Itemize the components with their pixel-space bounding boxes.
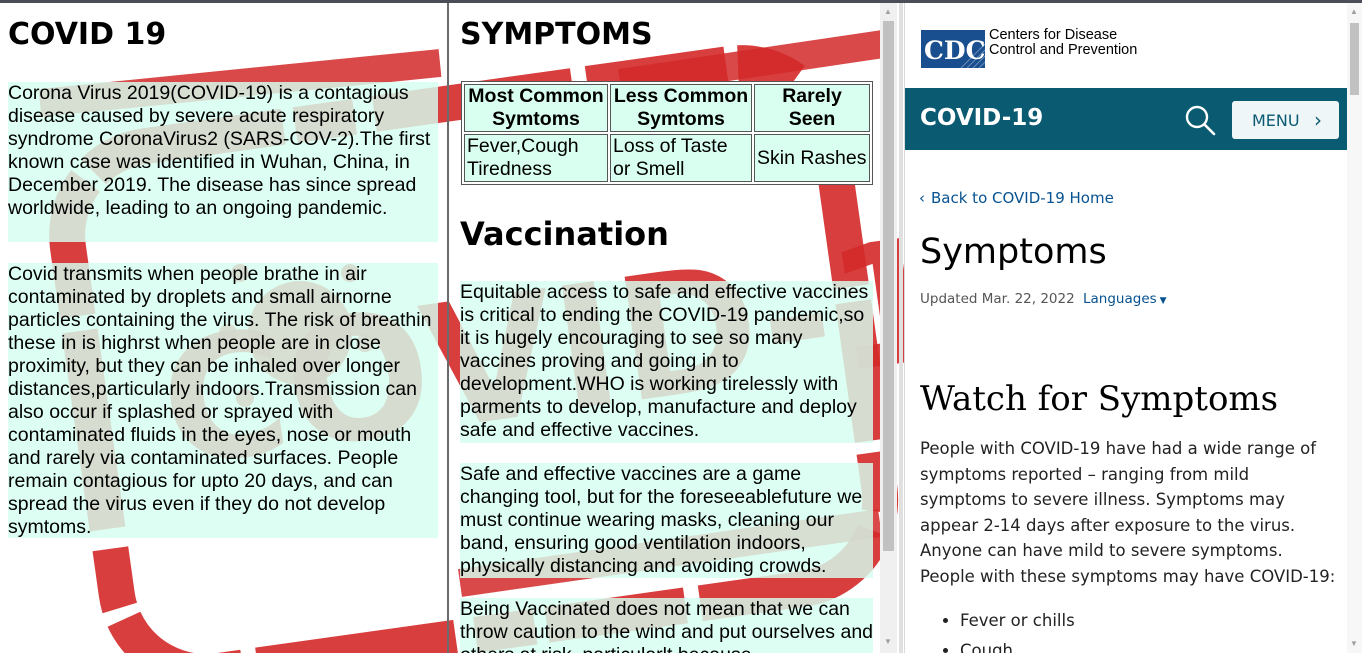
- back-link-label[interactable]: Back to COVID-19 Home: [931, 189, 1114, 207]
- scroll-down-arrow-icon[interactable]: ▼: [1350, 639, 1358, 648]
- table-cell: Skin Rashes: [754, 134, 870, 182]
- list-item: Fever or chills: [960, 606, 1075, 636]
- table-header: Most Common Symtoms: [464, 84, 608, 132]
- caret-down-icon: ▼: [1159, 296, 1167, 306]
- updated-date: Updated Mar. 22, 2022: [920, 291, 1075, 307]
- cdc-symptoms-page: CDC Centers for Disease Control and Prev…: [904, 3, 1348, 653]
- table-row: Fever,Cough Tiredness Loss of Taste or S…: [464, 134, 870, 182]
- table-header-row: Most Common Symtoms Less Common Symtoms …: [464, 84, 870, 132]
- symptoms-title: SYMPTOMS: [460, 17, 653, 52]
- org-line: Control and Prevention: [989, 42, 1138, 58]
- panel-divider[interactable]: [899, 3, 903, 653]
- menu-label: MENU: [1252, 111, 1300, 130]
- scrollbar-thumb[interactable]: [883, 21, 894, 551]
- page-scrollbar[interactable]: ▲ ▼: [1347, 3, 1362, 653]
- cdc-logo[interactable]: CDC: [921, 30, 985, 68]
- intro-paragraph: Corona Virus 2019(COVID-19) is a contagi…: [8, 82, 438, 242]
- languages-dropdown[interactable]: Languages ▼: [1083, 291, 1167, 307]
- scroll-up-arrow-icon[interactable]: ▲: [884, 7, 892, 17]
- org-line: Centers for Disease: [989, 27, 1118, 43]
- section-title: Watch for Symptoms: [920, 379, 1279, 419]
- scroll-up-arrow-icon[interactable]: ▲: [1350, 7, 1358, 16]
- symptoms-table: Most Common Symtoms Less Common Symtoms …: [461, 81, 873, 185]
- list-item: Cough: [960, 636, 1075, 653]
- back-link[interactable]: ‹ Back to COVID-19 Home: [919, 189, 1114, 207]
- menu-button[interactable]: MENU ›: [1232, 101, 1339, 139]
- chevron-left-icon: ‹: [919, 189, 925, 207]
- middle-scrollbar[interactable]: ▲ ▼: [880, 3, 897, 653]
- vaccine-tools-paragraph: Safe and effective vaccines are a game c…: [460, 463, 873, 578]
- scroll-down-arrow-icon[interactable]: ▼: [884, 637, 892, 647]
- table-cell: Loss of Taste or Smell: [610, 134, 752, 182]
- transmission-paragraph: Covid transmits when people brathe in ai…: [8, 263, 438, 538]
- covid-title: COVID 19: [8, 17, 167, 52]
- covid-info-panel: COVID 19 Corona Virus 2019(COVID-19) is …: [0, 3, 446, 653]
- chevron-right-icon: ›: [1314, 108, 1322, 132]
- nav-bar-title[interactable]: COVID-19: [920, 105, 1043, 131]
- page-title: Symptoms: [920, 232, 1107, 272]
- panel-divider[interactable]: [447, 3, 449, 653]
- table-cell: Fever,Cough Tiredness: [464, 134, 608, 182]
- languages-label: Languages: [1083, 291, 1157, 307]
- table-header: Rarely Seen: [754, 84, 870, 132]
- search-icon[interactable]: [1183, 103, 1217, 137]
- covid-nav-bar: COVID-19 MENU ›: [905, 88, 1348, 150]
- vaccinated-paragraph: Being Vaccinated does not mean that we c…: [460, 598, 873, 653]
- symptom-list: Fever or chills Cough: [920, 606, 1075, 653]
- vaccination-title: Vaccination: [460, 215, 669, 253]
- symptoms-description: People with COVID-19 have had a wide ran…: [920, 439, 1336, 586]
- table-header: Less Common Symtoms: [610, 84, 752, 132]
- cdc-org-name: Centers for Disease Control and Preventi…: [989, 28, 1137, 58]
- symptoms-panel[interactable]: SYMPTOMS Most Common Symtoms Less Common…: [453, 3, 880, 653]
- cdc-logo-text: CDC: [924, 36, 985, 65]
- vaccine-paragraph: Equitable access to safe and effective v…: [460, 281, 873, 443]
- scrollbar-thumb[interactable]: [1350, 23, 1359, 95]
